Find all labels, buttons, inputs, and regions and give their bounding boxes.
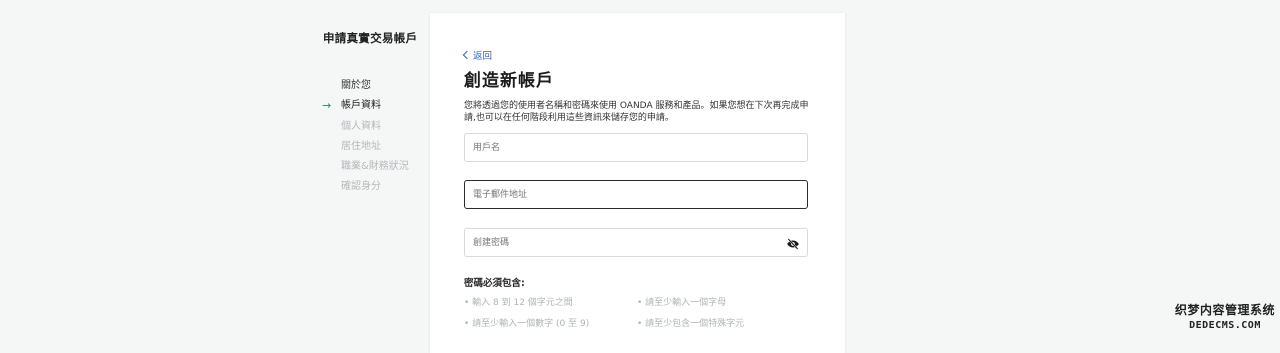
watermark-domain: DEDECMS.COM <box>1189 320 1261 331</box>
password-requirement: • 請至少包含一個特殊字元 <box>637 319 745 329</box>
step-account-info: → 帳戶資料 <box>322 99 422 119</box>
watermark: 织梦内容管理系统 DEDECMS.COM <box>1170 301 1280 338</box>
password-requirement: • 請至少輸入一個數字 (0 至 9) <box>464 319 590 329</box>
step-verify-identity: 確認身分 <box>322 180 422 200</box>
progress-steps: 關於您 → 帳戶資料 個人資料 居住地址 職業&財務狀況 確認身分 <box>322 79 422 201</box>
step-label: 帳戶資料 <box>341 100 381 112</box>
step-label: 居住地址 <box>341 140 381 152</box>
step-label: 個人資料 <box>341 120 381 132</box>
password-requirements-title: 密碼必須包含: <box>464 278 525 289</box>
step-label: 職業&財務狀況 <box>341 161 409 173</box>
watermark-title: 织梦内容管理系统 <box>1174 303 1275 317</box>
step-personal-info: 個人資料 <box>322 120 422 140</box>
email-input[interactable] <box>465 181 765 208</box>
email-field-container <box>464 180 808 209</box>
password-field-container <box>464 228 808 257</box>
username-field-container <box>464 133 808 162</box>
arrow-right-icon: → <box>322 99 332 113</box>
signup-card: 返回 創造新帳戶 您將透過您的使用者名稱和密碼來使用 OANDA 服務和產品。如… <box>430 13 845 353</box>
back-link[interactable]: 返回 <box>462 48 493 62</box>
back-label: 返回 <box>473 51 493 62</box>
step-about-you: 關於您 <box>322 79 422 99</box>
username-input[interactable] <box>465 134 765 161</box>
password-requirement: • 請至少輸入一個字母 <box>637 298 727 308</box>
step-residential-address: 居住地址 <box>322 140 422 160</box>
password-requirement: • 輸入 8 到 12 個字元之間 <box>464 298 573 308</box>
sidebar: 申請真實交易帳戶 關於您 → 帳戶資料 個人資料 居住地址 職業&財務狀況 確認… <box>0 0 430 338</box>
step-label: 關於您 <box>341 80 371 91</box>
password-input[interactable] <box>465 229 765 256</box>
step-label: 確認身分 <box>341 181 381 193</box>
page-title: 創造新帳戶 <box>464 71 554 91</box>
sidebar-title: 申請真實交易帳戶 <box>323 31 418 45</box>
step-employment-finance: 職業&財務狀況 <box>322 160 422 180</box>
chevron-left-icon <box>462 50 472 60</box>
intro-text: 您將透過您的使用者名稱和密碼來使用 OANDA 服務和產品。如果您想在下次再完成… <box>464 101 809 123</box>
eye-slash-icon[interactable] <box>786 236 800 250</box>
